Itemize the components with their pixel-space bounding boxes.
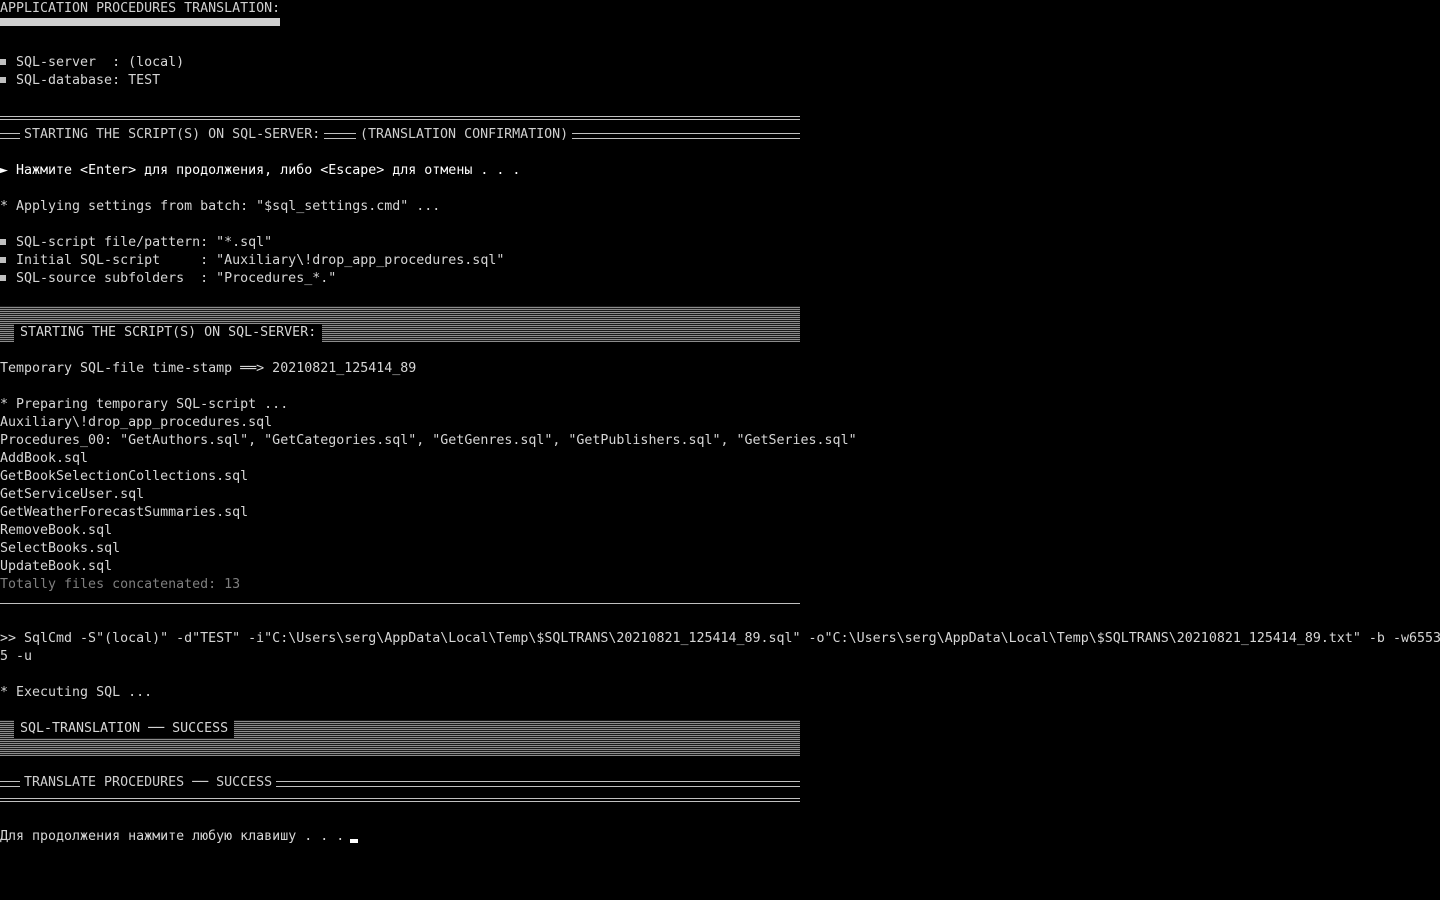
- divider: [0, 119, 800, 120]
- file-list-item: GetWeatherForecastSummaries.sql: [0, 505, 249, 520]
- applying-settings-line: * Applying settings from batch: "$sql_se…: [0, 199, 441, 214]
- server-line: SQL-server : (local): [0, 54, 184, 72]
- cursor-icon[interactable]: [350, 839, 359, 843]
- translation-banner-label: SQL-TRANSLATION ── SUCCESS: [14, 720, 235, 738]
- confirm-banner: STARTING THE SCRIPT(S) ON SQL-SERVER: (T…: [0, 126, 800, 144]
- file-list-item: GetBookSelectionCollections.sql: [0, 469, 249, 484]
- pattern-text: SQL-script file/pattern: "*.sql": [16, 235, 273, 250]
- confirm-banner-label: STARTING THE SCRIPT(S) ON SQL-SERVER:: [20, 126, 325, 144]
- divider: [0, 801, 800, 802]
- title-underline: [0, 18, 280, 26]
- pattern-line: SQL-script file/pattern: "*.sql": [0, 234, 272, 252]
- file-list-item: GetServiceUser.sql: [0, 487, 145, 502]
- procedures-banner: TRANSLATE PROCEDURES ── SUCCESS: [0, 774, 800, 792]
- initial-script-text: Initial SQL-script : "Auxiliary\!drop_ap…: [16, 253, 505, 268]
- page-title: APPLICATION PROCEDURES TRANSLATION:: [0, 1, 281, 16]
- subfolders-text: SQL-source subfolders : "Procedures_*.": [16, 271, 337, 286]
- database-text: SQL-database: TEST: [16, 73, 161, 88]
- bullet-icon: [0, 77, 6, 83]
- database-line: SQL-database: TEST: [0, 72, 160, 90]
- preparing-line: * Preparing temporary SQL-script ...: [0, 397, 289, 412]
- executing-line: * Executing SQL ...: [0, 685, 153, 700]
- file-list-item: AddBook.sql: [0, 451, 89, 466]
- continue-prompt: ► Нажмите <Enter> для продолжения, либо <…: [0, 162, 520, 180]
- divider: [0, 798, 800, 799]
- total-files-line: Totally files concatenated: 13: [0, 577, 241, 592]
- bullet-icon: [0, 257, 6, 263]
- subfolders-line: SQL-source subfolders : "Procedures_*.": [0, 270, 336, 288]
- file-list-item: SelectBooks.sql: [0, 541, 121, 556]
- file-list-item: UpdateBook.sql: [0, 559, 113, 574]
- file-list-item: RemoveBook.sql: [0, 523, 113, 538]
- command-line-continuation: 5 -u: [0, 649, 33, 664]
- divider: [0, 116, 800, 117]
- procedures-banner-label: TRANSLATE PROCEDURES ── SUCCESS: [20, 774, 277, 792]
- timestamp-line: Temporary SQL-file time-stamp ══> 202108…: [0, 361, 417, 376]
- bullet-icon: [0, 59, 6, 65]
- file-list-item: Auxiliary\!drop_app_procedures.sql: [0, 415, 273, 430]
- console-window: APPLICATION PROCEDURES TRANSLATION: SQL-…: [0, 0, 1440, 900]
- continue-prompt-text: Нажмите <Enter> для продолжения, либо <E…: [16, 163, 521, 178]
- run-banner-label: STARTING THE SCRIPT(S) ON SQL-SERVER:: [14, 324, 323, 342]
- press-any-key-text: Для продолжения нажмите любую клавишу . …: [0, 829, 345, 844]
- initial-script-line: Initial SQL-script : "Auxiliary\!drop_ap…: [0, 252, 504, 270]
- arrow-right-icon: ►: [0, 163, 9, 178]
- bullet-icon: [0, 275, 6, 281]
- bullet-icon: [0, 239, 6, 245]
- file-list-item: Procedures_00: "GetAuthors.sql", "GetCat…: [0, 433, 857, 448]
- confirm-banner-sublabel: (TRANSLATION CONFIRMATION): [356, 126, 573, 144]
- divider: [0, 603, 800, 604]
- server-text: SQL-server : (local): [16, 55, 185, 70]
- command-line: >> SqlCmd -S"(local)" -d"TEST" -i"C:\Use…: [0, 631, 1440, 646]
- press-any-key-prompt: Для продолжения нажмите любую клавишу . …: [0, 828, 359, 846]
